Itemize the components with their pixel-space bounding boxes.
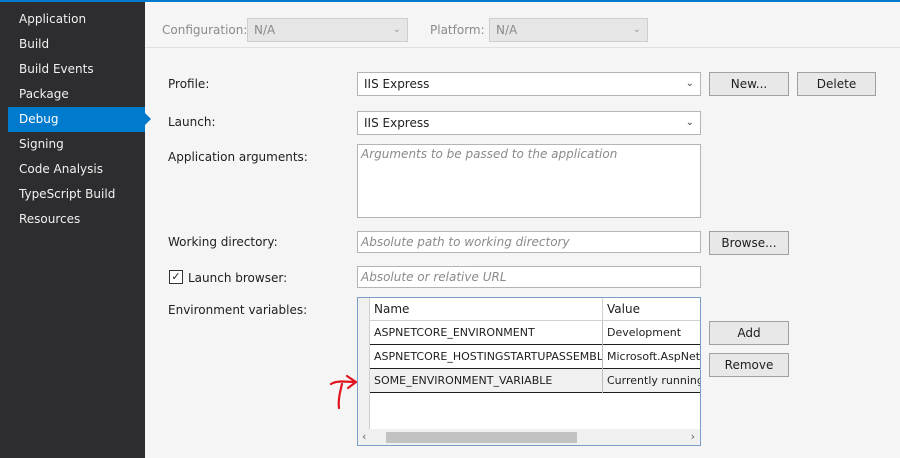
table-row[interactable]: ASPNETCORE_HOSTINGSTARTUPASSEMBLIES Micr…	[370, 345, 700, 369]
new-profile-button[interactable]: New...	[709, 72, 789, 96]
env-value-cell[interactable]: Development	[603, 321, 700, 345]
sidebar-item-build[interactable]: Build	[8, 32, 145, 57]
launch-browser-checkbox[interactable]: ✓	[169, 270, 183, 284]
launch-label: Launch:	[168, 115, 216, 129]
launch-select[interactable]: IIS Express ⌄	[357, 111, 701, 135]
env-name-cell[interactable]: ASPNETCORE_HOSTINGSTARTUPASSEMBLIES	[370, 345, 603, 369]
profile-select[interactable]: IIS Express ⌄	[357, 72, 701, 96]
launch-browser-label: Launch browser:	[188, 271, 288, 285]
environment-variables-grid: Name Value ASPNETCORE_ENVIRONMENT Develo…	[357, 297, 701, 446]
sidebar: Application Build Build Events Package D…	[0, 2, 145, 458]
sidebar-item-resources[interactable]: Resources	[8, 207, 145, 232]
launch-value: IIS Express	[364, 116, 430, 130]
sidebar-item-build-events[interactable]: Build Events	[8, 57, 145, 82]
platform-value: N/A	[496, 23, 518, 37]
profile-label: Profile:	[168, 77, 210, 91]
sidebar-item-typescript-build[interactable]: TypeScript Build	[8, 182, 145, 207]
env-value-cell[interactable]: Currently running	[603, 369, 700, 393]
column-header-name[interactable]: Name	[370, 298, 603, 321]
delete-profile-button[interactable]: Delete	[797, 72, 876, 96]
env-value-cell[interactable]: Microsoft.AspNetC	[603, 345, 700, 369]
env-name-cell[interactable]: SOME_ENVIRONMENT_VARIABLE	[370, 369, 603, 393]
configuration-value: N/A	[254, 23, 276, 37]
add-variable-button[interactable]: Add	[709, 321, 789, 345]
launch-url-input[interactable]: Absolute or relative URL	[357, 266, 701, 288]
scroll-right-icon[interactable]: ›	[691, 429, 695, 445]
application-arguments-label: Application arguments:	[168, 150, 308, 164]
active-indicator-arrow	[145, 113, 151, 125]
scrollbar-thumb[interactable]	[386, 432, 577, 443]
red-arrow-annotation	[329, 374, 358, 410]
horizontal-scrollbar[interactable]: ‹ ›	[358, 429, 700, 445]
application-arguments-input[interactable]: Arguments to be passed to the applicatio…	[357, 144, 701, 218]
chevron-down-icon: ⌄	[632, 24, 641, 35]
sidebar-item-code-analysis[interactable]: Code Analysis	[8, 157, 145, 182]
configuration-label: Configuration:	[162, 23, 248, 37]
grid-header: Name Value	[358, 298, 700, 321]
table-row[interactable]: SOME_ENVIRONMENT_VARIABLE Currently runn…	[370, 369, 700, 393]
remove-variable-button[interactable]: Remove	[709, 353, 789, 377]
scroll-left-icon[interactable]: ‹	[362, 429, 366, 445]
table-row[interactable]: ASPNETCORE_ENVIRONMENT Development	[370, 321, 700, 345]
profile-value: IIS Express	[364, 77, 430, 91]
environment-variables-label: Environment variables:	[168, 303, 308, 317]
column-header-value[interactable]: Value	[603, 298, 700, 321]
sidebar-item-application[interactable]: Application	[8, 7, 145, 32]
chevron-down-icon: ⌄	[392, 24, 401, 35]
sidebar-item-label: Debug	[19, 112, 59, 126]
platform-select: N/A ⌄	[489, 18, 648, 42]
env-name-cell[interactable]: ASPNETCORE_ENVIRONMENT	[370, 321, 603, 345]
browse-button[interactable]: Browse...	[709, 231, 789, 255]
working-directory-input[interactable]: Absolute path to working directory	[357, 231, 701, 253]
grid-corner	[358, 298, 370, 321]
sidebar-item-signing[interactable]: Signing	[8, 132, 145, 157]
configuration-select: N/A ⌄	[247, 18, 408, 42]
configuration-bar: Configuration: N/A ⌄ Platform: N/A ⌄	[145, 2, 900, 48]
working-directory-label: Working directory:	[168, 235, 278, 249]
chevron-down-icon: ⌄	[685, 117, 694, 128]
platform-label: Platform:	[430, 23, 485, 37]
sidebar-item-debug[interactable]: Debug	[8, 107, 145, 132]
sidebar-item-package[interactable]: Package	[8, 82, 145, 107]
chevron-down-icon: ⌄	[685, 78, 694, 89]
